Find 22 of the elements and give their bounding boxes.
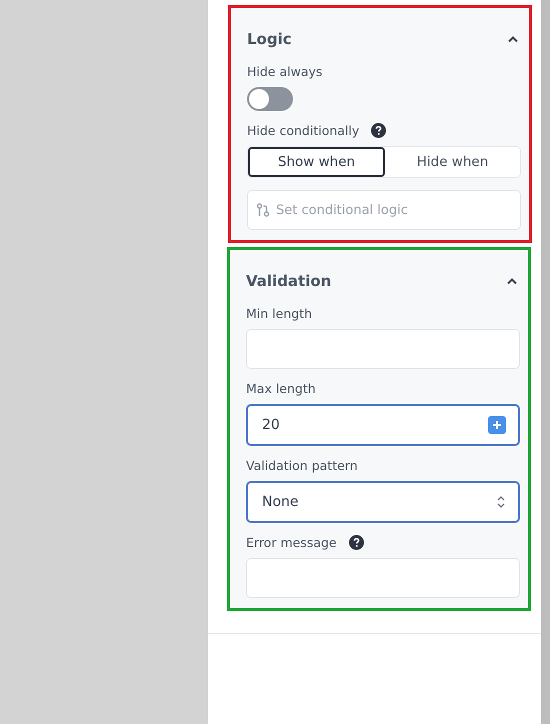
input-field[interactable]	[246, 558, 520, 598]
toggle-switch[interactable]	[247, 87, 293, 111]
section-title: Validation	[246, 272, 332, 290]
input-field[interactable]	[246, 329, 520, 369]
help-icon[interactable]	[371, 123, 386, 138]
number-field[interactable]: 20	[246, 404, 520, 446]
field-label: Validation pattern	[246, 458, 358, 473]
section-title: Logic	[247, 30, 292, 48]
field-label: Hide conditionally	[247, 123, 360, 138]
chevron-icon[interactable]	[507, 35, 519, 43]
up-down-icon	[496, 494, 506, 510]
field-label: Min length	[246, 306, 312, 321]
field-label: Hide always	[247, 64, 322, 79]
help-icon[interactable]	[348, 535, 364, 550]
placeholder-text: Set conditional logic	[276, 202, 408, 218]
plus-icon[interactable]	[488, 416, 506, 434]
branch-icon	[256, 203, 270, 217]
field-label: Max length	[246, 381, 316, 396]
select-dropdown[interactable]: None	[246, 481, 520, 523]
chevron-icon[interactable]	[506, 277, 518, 285]
field-label: Error message	[246, 535, 337, 550]
segment-tab[interactable]: Show when	[248, 147, 385, 177]
